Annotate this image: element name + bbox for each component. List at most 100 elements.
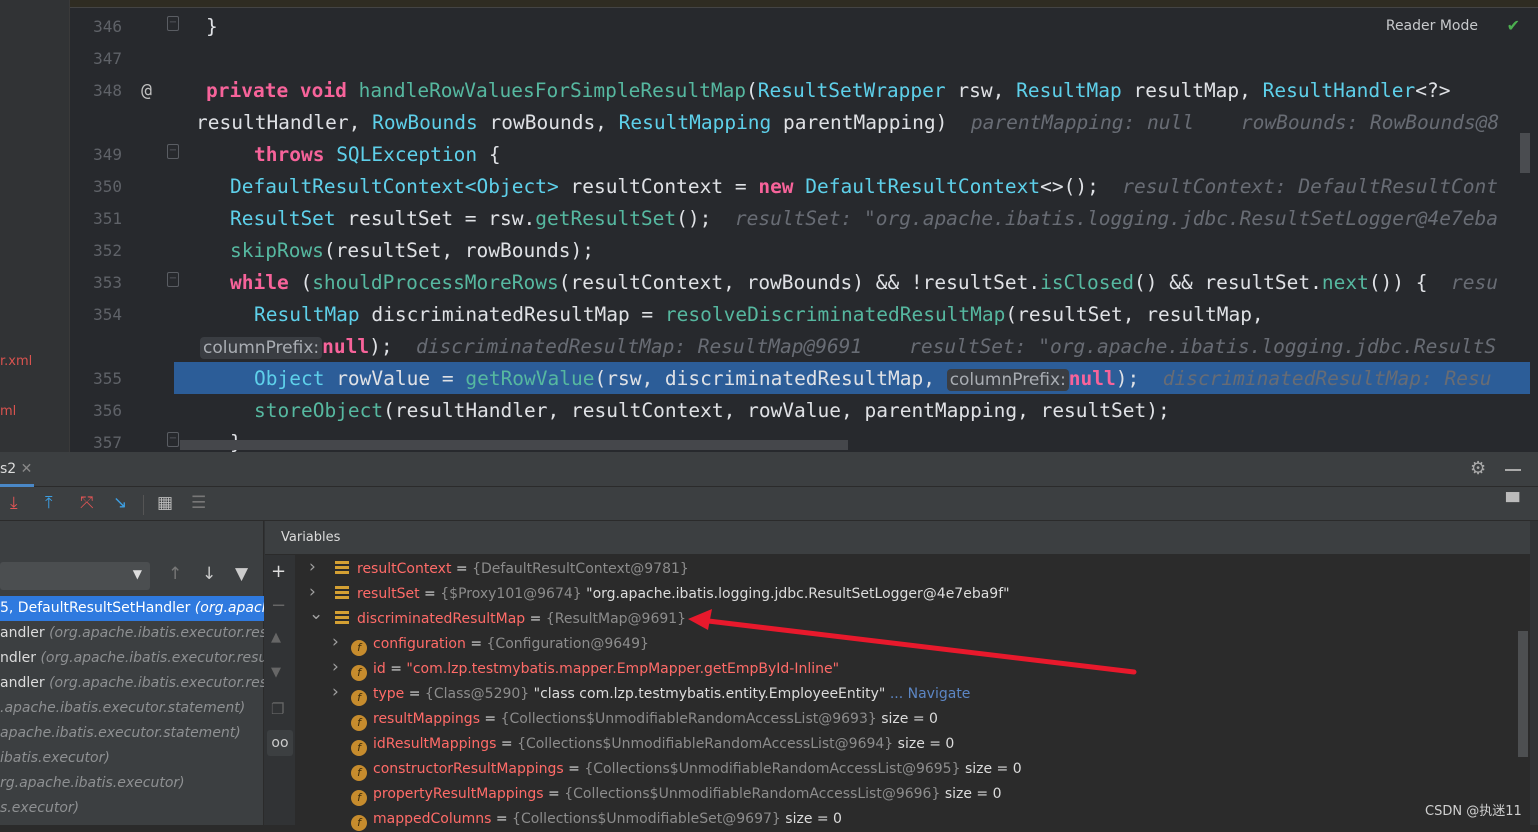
stack-frame[interactable]: s.executor) [0,796,264,821]
chevron-right-icon[interactable]: › [309,557,316,577]
code-token: ResultMap [1016,79,1122,102]
stack-frame[interactable]: ndler (org.apache.ibatis.executor.result… [0,646,264,671]
stack-frame[interactable]: rg.apache.ibatis.executor) [0,771,264,796]
fold-icon[interactable]: − [167,144,179,159]
variable-ref: {Collections$UnmodifiableRandomAccessLis… [564,786,941,802]
frame-package: (org.apache [194,600,264,616]
variable-row[interactable]: f mappedColumns = {Collections$Unmodifiab… [351,807,842,832]
reader-mode-button[interactable]: Reader Mode [1386,18,1478,34]
code-token: isClosed [1040,271,1134,294]
code-token: throws [254,143,337,166]
check-icon: ✔ [1506,16,1520,35]
variable-row[interactable]: f configuration = {Configuration@9649} [351,632,649,657]
stack-frame[interactable]: .apache.ibatis.executor.statement) [0,696,264,721]
horizontal-scrollbar[interactable] [180,440,848,450]
layout-icon[interactable]: ▀ [1506,493,1519,513]
stack-frame[interactable]: andler (org.apache.ibatis.executor.resul… [0,671,264,696]
fold-icon[interactable]: − [167,16,179,31]
chevron-right-icon[interactable]: › [332,682,339,702]
add-watch-icon[interactable]: + [271,561,286,582]
project-file[interactable]: r.xml [0,354,32,369]
fold-icon[interactable]: − [167,272,179,287]
code-token: new [758,175,806,198]
variable-row[interactable]: f idResultMappings = {Collections$Unmodif… [351,732,954,757]
variable-row[interactable]: f id = "com.lzp.testmybatis.mapper.EmpMap… [351,657,839,682]
code-line: storeObject(resultHandler, resultContext… [254,395,1170,427]
step-into-icon[interactable]: ⤓ [10,493,18,513]
code-token: (resultHandler, resultContext, rowValue,… [383,399,1170,422]
step-out-icon[interactable]: ⤒ [45,493,53,513]
field-icon: f [351,815,367,831]
code-token: rowValue = [324,367,466,390]
minimize-icon[interactable] [1505,469,1521,471]
filter-icon[interactable]: ▼ [235,564,248,584]
code-line: ResultMap discriminatedResultMap = resol… [254,299,1264,331]
gear-icon[interactable]: ⚙ [1470,458,1486,479]
annotation-marker-icon[interactable]: @ [132,80,152,101]
code-token: resolveDiscriminatedResultMap [664,303,1006,326]
vertical-scrollbar[interactable] [1520,133,1530,173]
line-number: 350 [93,177,122,196]
run-to-cursor-icon[interactable]: ↘ [113,493,127,513]
variable-name: idResultMappings [373,736,497,752]
fold-icon[interactable]: − [167,432,179,447]
variable-row[interactable]: discriminatedResultMap = {ResultMap@9691… [335,607,686,632]
chevron-right-icon[interactable]: › [332,632,339,652]
code-token: private void [206,79,359,102]
glasses-icon[interactable]: oo [267,730,293,756]
arrow-down-icon[interactable]: ↓ [202,564,216,584]
code-token: ResultSetWrapper [757,79,946,102]
thread-dropdown[interactable]: ▼ [0,562,150,590]
variable-name: discriminatedResultMap [357,611,526,627]
move-up-icon[interactable]: ▲ [271,630,281,645]
editor-tabs[interactable] [70,0,1538,8]
close-icon[interactable]: ✕ [21,461,33,477]
navigate-link[interactable]: ... Navigate [890,686,971,702]
stack-frame[interactable]: andler (org.apache.ibatis.executor.resul [0,621,264,646]
code-line: } [206,11,218,43]
stack-frame[interactable]: 5, DefaultResultSetHandler (org.apache [0,596,264,621]
field-icon: f [351,665,367,681]
variables-scrollbar[interactable] [1518,631,1528,757]
variable-row[interactable]: f propertyResultMappings = {Collections$U… [351,782,1002,807]
variable-row[interactable]: f type = {Class@5290} "class com.lzp.test… [351,682,970,707]
project-file[interactable]: ml [0,404,16,419]
gutter: 346 − 347 348 @349 − 350 351 352 353 − 354 355 356 357… [70,8,185,452]
variable-value: size = 0 [964,761,1022,777]
variable-row[interactable]: resultContext = {DefaultResultContext@97… [335,557,689,582]
code-editor[interactable]: 346 − 347 348 @349 − 350 351 352 353 − 354 355 356 357… [70,8,1538,452]
variable-row[interactable]: f resultMappings = {Collections$Unmodifia… [351,707,938,732]
variable-ref: {Collections$UnmodifiableRandomAccessLis… [584,761,961,777]
variables-toolbar: + − ▲ ▼ ❐ oo [265,555,295,825]
frame-package: ibatis.executor) [0,750,110,766]
code-token: ResultSet [230,207,336,230]
arrow-up-icon[interactable]: ↑ [168,564,182,584]
variable-row[interactable]: f constructorResultMappings = {Collection… [351,757,1022,782]
stack-frame[interactable]: ibatis.executor) [0,746,264,771]
chevron-down-icon[interactable]: ⌄ [309,604,323,624]
line-number: 354 [93,305,122,324]
code-token: } [206,15,218,38]
variable-row[interactable]: resultSet = {$Proxy101@9674} "org.apache… [335,582,1010,607]
code-token: ( [288,271,313,294]
variable-value: size = 0 [897,736,955,752]
evaluate-expression-icon[interactable]: ▦ [157,493,173,513]
line-number: 352 [93,241,122,260]
drop-frame-icon[interactable]: ⤧ [80,493,94,513]
copy-icon[interactable]: ❐ [271,700,284,718]
code-token: Object [254,367,325,390]
debug-session-tab[interactable]: s2 ✕ [0,461,34,487]
trace-icon[interactable]: ☰ [191,493,206,513]
code-token: SQLException [336,143,478,166]
variable-name: constructorResultMappings [373,761,564,777]
remove-watch-icon[interactable]: − [271,595,286,616]
chevron-right-icon[interactable]: › [332,657,339,677]
line-number: 349 [93,145,122,164]
code-token: (resultSet, resultMap, [1005,303,1264,326]
frame-package: (org.apache.ibatis.executor.result [49,675,264,691]
code-token: handleRowValuesForSimpleResultMap [358,79,747,102]
stack-frame[interactable]: apache.ibatis.executor.statement) [0,721,264,746]
move-down-icon[interactable]: ▼ [271,665,281,680]
chevron-right-icon[interactable]: › [309,582,316,602]
code-token: null [1068,367,1116,390]
